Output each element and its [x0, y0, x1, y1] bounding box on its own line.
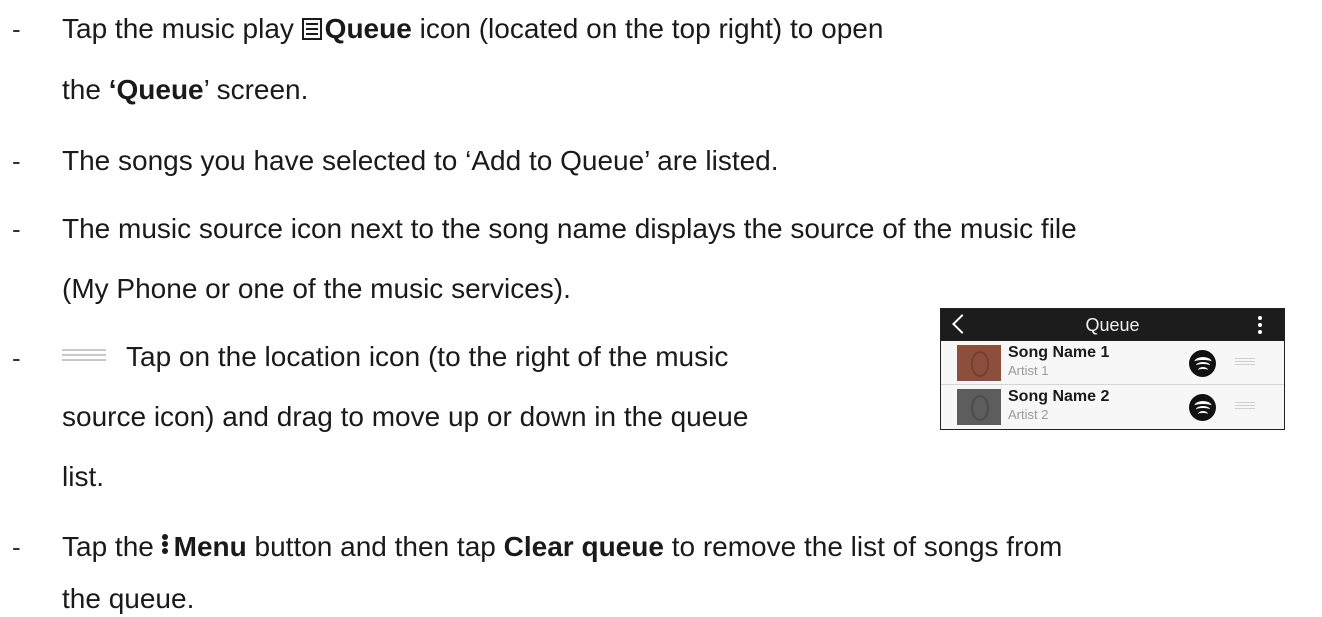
bullet-marker: -: [12, 214, 21, 244]
bullet-marker: -: [12, 14, 21, 44]
song-artist: Artist 1: [1008, 363, 1049, 378]
text-run: icon (located on the top right) to open: [411, 13, 884, 44]
vertical-dots-menu-icon[interactable]: [1258, 316, 1262, 337]
vertical-dots-menu-icon: [161, 533, 170, 555]
queue-song-row[interactable]: Song Name 1 Artist 1: [941, 341, 1284, 385]
drag-handle-icon: [62, 349, 106, 361]
bullet-4-line-3: list.: [62, 461, 104, 492]
queue-screen-mockup: Queue Song Name 1 Artist 1 Song Name 2 A…: [940, 308, 1285, 430]
bullet-5-line-1: Tap the Menu button and then tap Clear q…: [62, 530, 1062, 564]
text-run: Tap the: [62, 531, 162, 562]
bullet-marker: -: [12, 343, 21, 373]
bullet-2-line-1: The songs you have selected to ‘Add to Q…: [62, 145, 779, 176]
album-thumbnail: [957, 389, 1001, 425]
text-run: to remove the list of songs from: [663, 531, 1063, 562]
bullet-4-line-2: source icon) and drag to move up or down…: [62, 401, 749, 432]
bullet-3-line-1: The music source icon next to the song n…: [62, 213, 1077, 244]
drag-handle-icon[interactable]: [1235, 358, 1255, 365]
queue-label: Queue: [324, 13, 412, 44]
song-artist: Artist 2: [1008, 407, 1049, 422]
bullet-5-line-2: the queue.: [62, 583, 195, 614]
queue-header: Queue: [941, 309, 1284, 341]
text-run: button and then tap: [246, 531, 504, 562]
queue-list-icon: [301, 18, 322, 40]
spotify-icon: [1189, 394, 1216, 421]
queue-title: Queue: [1085, 315, 1140, 335]
song-name: Song Name 2: [1008, 388, 1110, 405]
bullet-marker: -: [12, 146, 21, 176]
queue-song-row[interactable]: Song Name 2 Artist 2: [941, 385, 1284, 428]
drag-handle-icon[interactable]: [1235, 402, 1255, 409]
album-thumbnail: [957, 345, 1001, 381]
spotify-icon: [1189, 350, 1216, 377]
song-name: Song Name 1: [1008, 344, 1110, 361]
menu-label: Menu: [173, 531, 247, 562]
text-run: ’ screen.: [203, 74, 309, 105]
bullet-1-line-2: the ‘Queue’ screen.: [62, 73, 308, 107]
text-run: Tap on the location icon (to the right o…: [126, 341, 729, 372]
text-run: Tap the music play: [62, 13, 302, 44]
bullet-4-line-1: Tap on the location icon (to the right o…: [62, 340, 728, 374]
text-run: the: [62, 74, 109, 105]
bullet-1-line-1: Tap the music play Queue icon (located o…: [62, 12, 883, 46]
clear-queue-label: Clear queue: [503, 531, 664, 562]
bullet-3-line-2: (My Phone or one of the music services).: [62, 273, 571, 304]
queue-screen-label: ‘Queue: [108, 74, 204, 105]
bullet-marker: -: [12, 532, 21, 562]
